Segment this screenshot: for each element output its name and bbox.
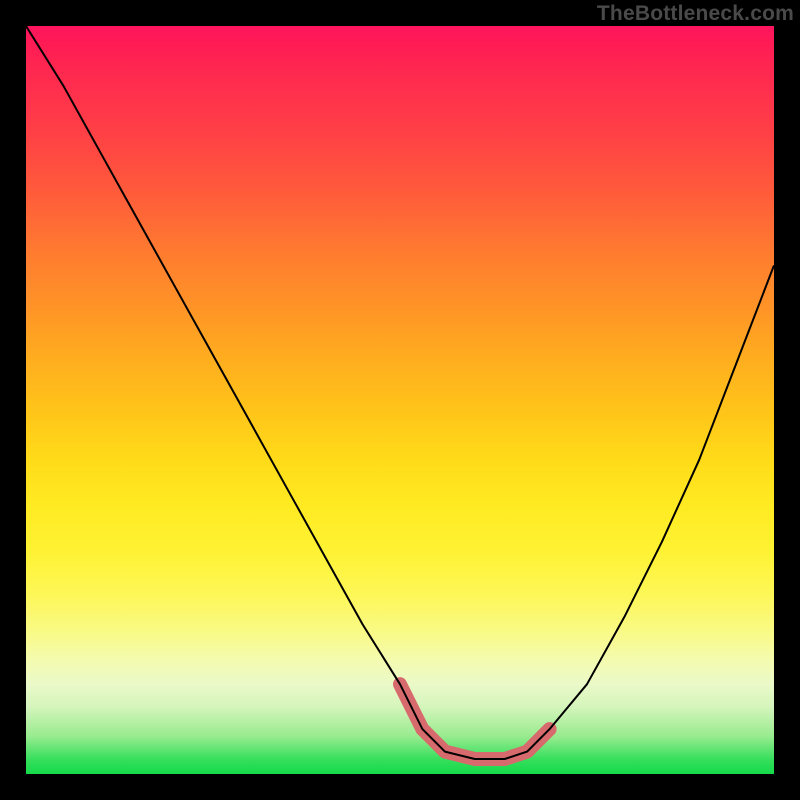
chart-frame: TheBottleneck.com — [0, 0, 800, 800]
plot-area — [26, 26, 774, 774]
bottleneck-curve-path — [26, 26, 774, 759]
curve-svg — [26, 26, 774, 774]
valley-highlight-path — [400, 684, 550, 759]
watermark-text: TheBottleneck.com — [597, 2, 794, 26]
